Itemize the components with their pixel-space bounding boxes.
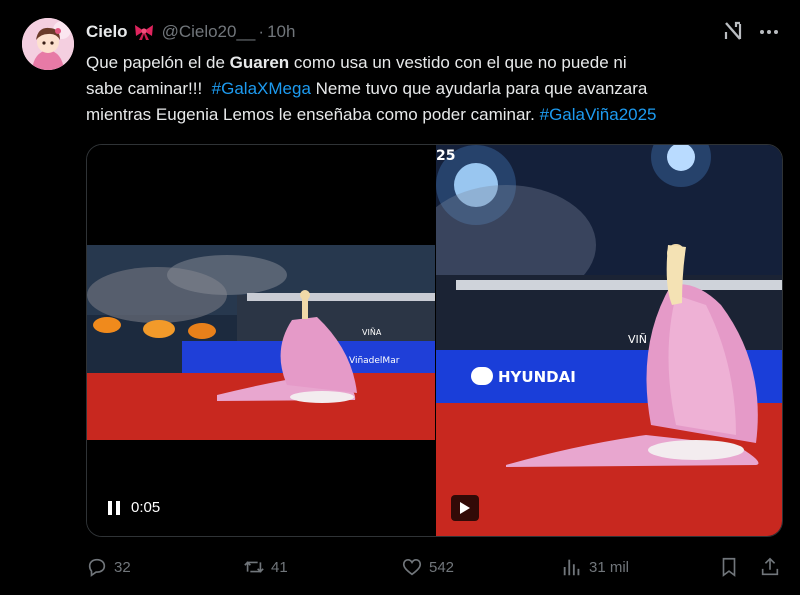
grok-icon[interactable] [722, 20, 744, 42]
like-button[interactable]: 542 [401, 556, 454, 578]
video-time: 0:05 [131, 499, 161, 516]
vina-logo: VIÑA [362, 327, 382, 337]
bookmark-button[interactable] [718, 556, 746, 578]
user-handle[interactable]: @Cielo20__ [162, 22, 256, 42]
sign-text: ViñadelMar [349, 356, 400, 366]
share-button[interactable] [759, 556, 787, 578]
video-right[interactable]: HYUNDAI VIÑ 25 [436, 145, 782, 536]
tweet-header: Cielo @Cielo20__ · 10h [86, 21, 295, 43]
video-left[interactable]: ViñadelMar VIÑA 0:05 [87, 145, 435, 536]
play-icon [460, 502, 470, 514]
video-left-frame: ViñadelMar VIÑA [87, 245, 435, 440]
repost-icon [244, 561, 264, 573]
media-grid: ViñadelMar VIÑA 0:05 HYUNDAI VIÑ 25 [86, 144, 783, 537]
tweet[interactable]: Cielo @Cielo20__ · 10h Que papelón el de… [0, 0, 800, 595]
like-count: 542 [429, 558, 455, 576]
heart-icon [402, 559, 422, 576]
tweet-text: Que papelón el de Guaren como usa un ves… [86, 50, 786, 128]
vina-logo: VIÑ [628, 333, 647, 346]
share-icon [761, 557, 779, 576]
repost-button[interactable]: 41 [243, 556, 288, 578]
video-controls: 0:05 [107, 499, 160, 516]
text-segment: mientras Eugenia Lemos le enseñaba como … [86, 105, 540, 124]
hashtag-galaxmega[interactable]: #GalaXMega [212, 79, 311, 98]
reply-icon [88, 558, 106, 577]
text-segment: sabe caminar!!! [86, 79, 212, 98]
avatar[interactable] [22, 18, 74, 70]
timestamp[interactable]: 10h [267, 22, 295, 42]
views-icon [563, 559, 580, 576]
play-button[interactable] [451, 495, 479, 521]
views-count: 31 mil [589, 558, 630, 576]
reply-count: 32 [114, 558, 131, 576]
corner-number: 25 [436, 148, 456, 164]
text-segment: como usa un vestido con el que no puede … [289, 53, 627, 72]
tweet-text-line: sabe caminar!!! #GalaXMega Neme tuvo que… [86, 76, 786, 102]
hashtag-galavina2025[interactable]: #GalaViña2025 [540, 105, 657, 124]
text-segment: Neme tuvo que ayudarla para que avanzara [310, 79, 648, 98]
repost-count: 41 [271, 558, 288, 576]
display-name[interactable]: Cielo [86, 22, 128, 42]
tweet-text-line: mientras Eugenia Lemos le enseñaba como … [86, 102, 786, 128]
more-icon[interactable] [757, 22, 781, 42]
action-bar: 32 41 542 31 mil [0, 556, 800, 580]
sponsor-text: HYUNDAI [498, 368, 576, 386]
tweet-text-line: Que papelón el de Guaren como usa un ves… [86, 50, 786, 76]
bold-text-guaren: Guaren [229, 53, 290, 72]
reply-button[interactable]: 32 [86, 556, 131, 578]
video-right-frame: HYUNDAI VIÑ [436, 145, 782, 536]
ribbon-emoji-icon [133, 23, 155, 41]
views-button[interactable]: 31 mil [561, 556, 629, 578]
pause-icon[interactable] [107, 500, 121, 516]
text-segment: Que papelón el de [86, 53, 230, 72]
bookmark-icon [722, 557, 736, 577]
separator-dot: · [258, 22, 265, 41]
